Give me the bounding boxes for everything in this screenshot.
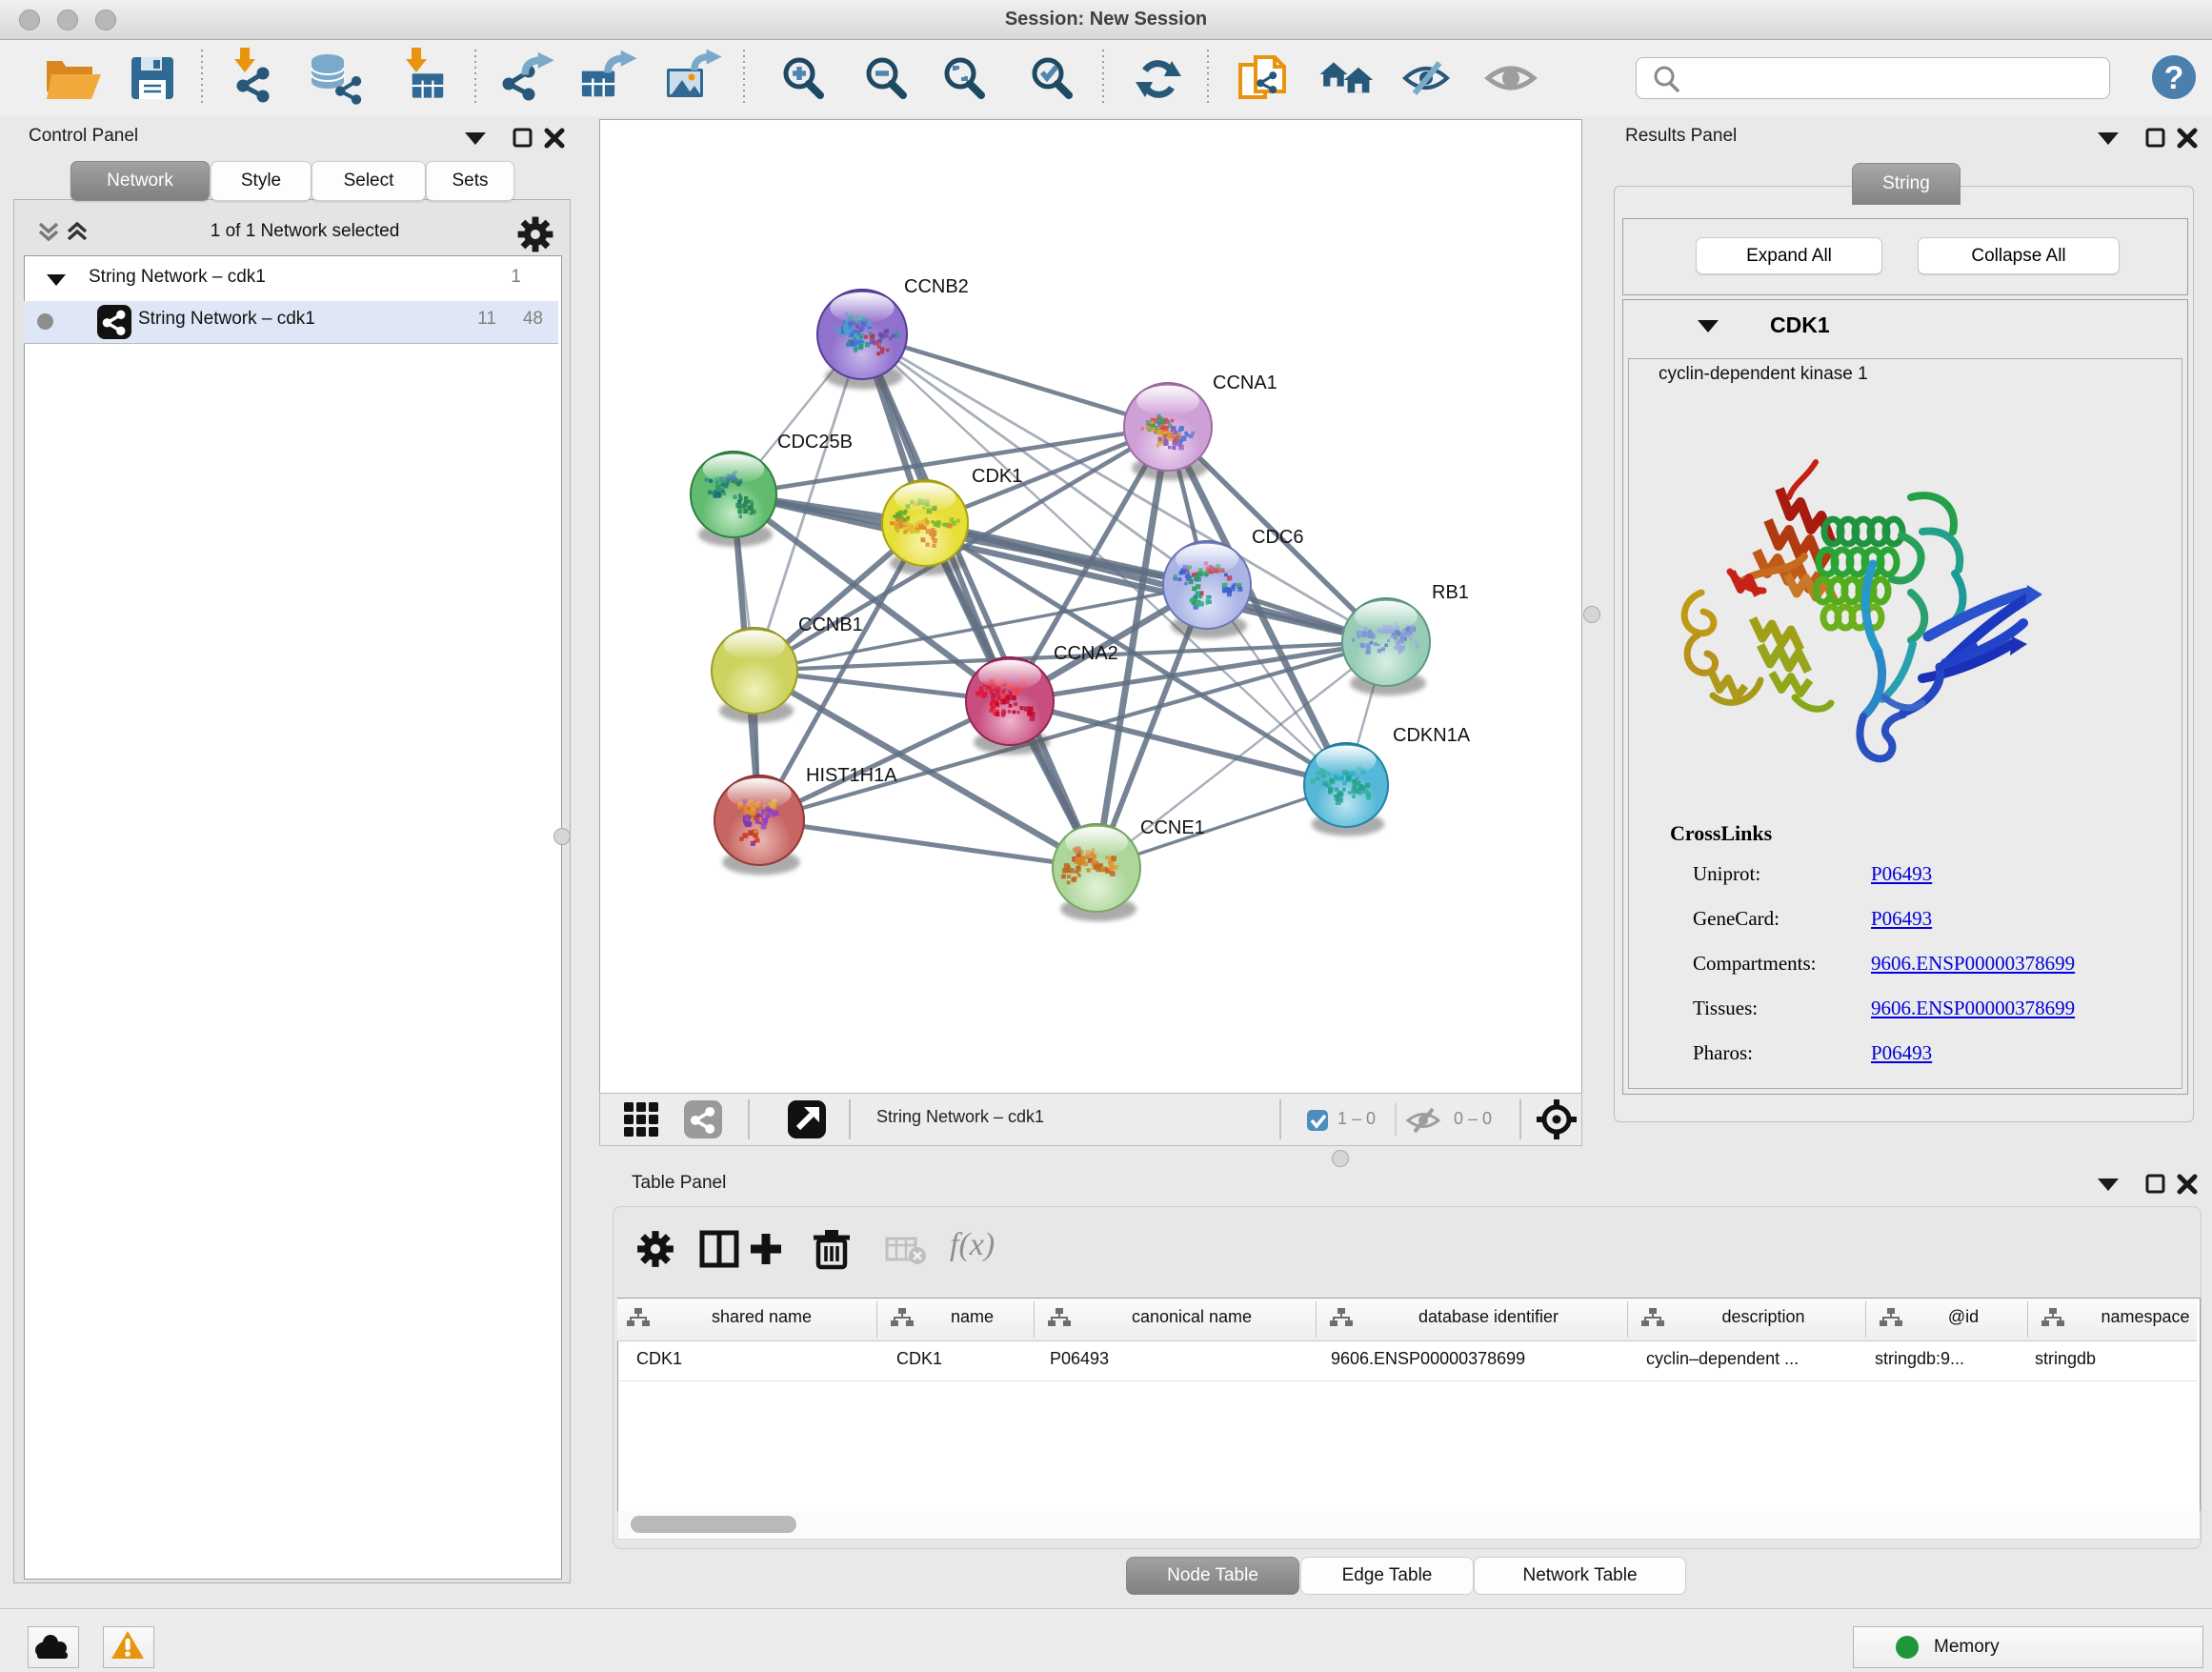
svg-text:CCNA2: CCNA2 — [1054, 643, 1118, 664]
svg-text:CCNE1: CCNE1 — [1140, 817, 1205, 838]
svg-text:CDK1: CDK1 — [972, 466, 1022, 487]
svg-text:CCNB1: CCNB1 — [798, 614, 863, 635]
svg-text:CCNB2: CCNB2 — [904, 276, 969, 297]
svg-text:CDKN1A: CDKN1A — [1393, 725, 1471, 746]
svg-text:HIST1H1A: HIST1H1A — [806, 765, 897, 786]
svg-text:CDC25B: CDC25B — [777, 432, 853, 453]
svg-text:?: ? — [2164, 60, 2184, 96]
svg-text:CCNA1: CCNA1 — [1213, 373, 1277, 393]
svg-text:RB1: RB1 — [1432, 582, 1469, 603]
svg-text:CDC6: CDC6 — [1252, 527, 1303, 548]
